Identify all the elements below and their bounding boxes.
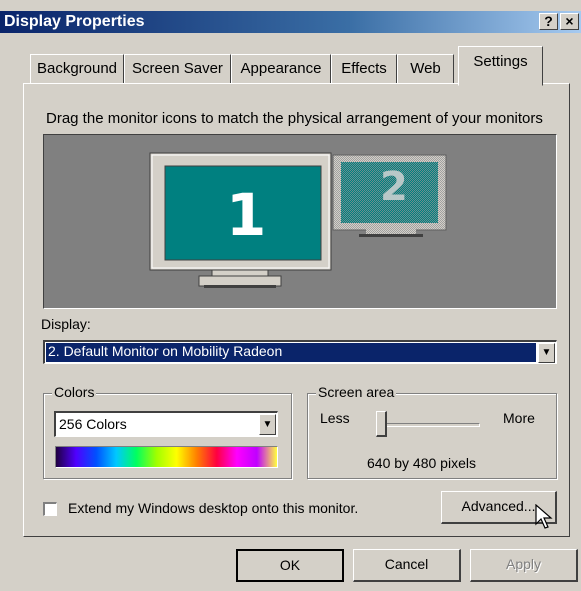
extend-desktop-label[interactable]: Extend my Windows desktop onto this moni… — [68, 500, 358, 516]
cancel-button[interactable]: Cancel — [353, 549, 461, 582]
help-button[interactable]: ? — [539, 13, 558, 30]
window-title: Display Properties — [4, 13, 145, 30]
color-spectrum-bar — [55, 446, 278, 468]
apply-button[interactable]: Apply — [470, 549, 578, 582]
slider-more-label: More — [503, 410, 535, 426]
display-select[interactable]: 2. Default Monitor on Mobility Radeon ▼ — [43, 340, 557, 364]
colors-select[interactable]: 256 Colors ▼ — [54, 411, 278, 437]
monitor-arrangement-svg — [149, 152, 447, 288]
ok-button[interactable]: OK — [236, 549, 344, 582]
chevron-down-icon[interactable]: ▼ — [538, 343, 555, 363]
screen-area-slider[interactable] — [376, 409, 482, 441]
slider-less-label: Less — [320, 410, 350, 426]
slider-thumb[interactable] — [376, 411, 387, 437]
close-button[interactable]: × — [560, 13, 579, 30]
monitor-2-number: 2 — [380, 164, 408, 210]
chevron-down-icon[interactable]: ▼ — [259, 414, 276, 435]
arrangement-instruction: Drag the monitor icons to match the phys… — [46, 110, 543, 127]
monitor-1-number: 1 — [226, 181, 267, 249]
colors-select-value: 256 Colors — [59, 416, 127, 432]
display-select-value: 2. Default Monitor on Mobility Radeon — [48, 343, 283, 359]
tab-web[interactable]: Web — [397, 54, 454, 84]
title-bar[interactable]: Display Properties ? × — [0, 11, 581, 33]
slider-track — [380, 423, 480, 427]
screen-area-group-title: Screen area — [316, 384, 397, 400]
monitor-arrangement-area: 1 2 — [43, 134, 557, 309]
tab-effects[interactable]: Effects — [331, 54, 397, 84]
mouse-cursor-icon — [535, 504, 553, 529]
resolution-label: 640 by 480 pixels — [367, 455, 476, 471]
colors-group-title: Colors — [52, 384, 97, 400]
display-label: Display: — [41, 316, 91, 332]
tab-background[interactable]: Background — [30, 54, 124, 84]
tab-settings[interactable]: Settings — [458, 46, 543, 86]
tab-appearance[interactable]: Appearance — [231, 54, 331, 84]
tab-screen-saver[interactable]: Screen Saver — [124, 54, 231, 84]
extend-desktop-checkbox[interactable] — [43, 502, 57, 516]
display-properties-window: Display Properties ? × Background Screen… — [0, 0, 581, 591]
